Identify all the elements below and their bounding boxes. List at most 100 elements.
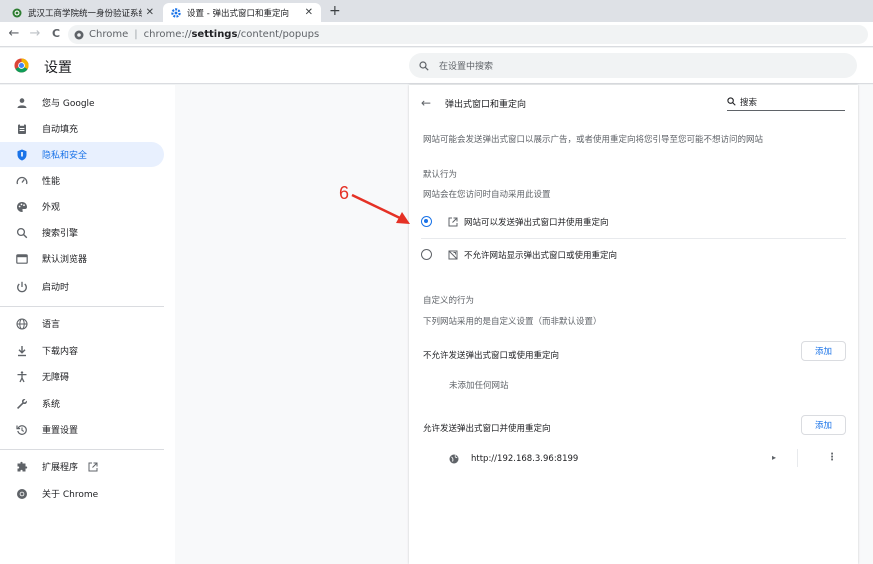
sidebar-item-label: 您与 Google (42, 99, 95, 109)
page-title: 设置 (44, 60, 72, 76)
subpage-title: 弹出式窗口和重定向 (445, 100, 527, 110)
browser-icon (16, 253, 28, 265)
forward-button[interactable]: → (27, 26, 43, 42)
sidebar-item-accessibility[interactable]: 无障碍 (0, 364, 164, 389)
radio-allow-popups[interactable] (421, 216, 432, 227)
omnibox-separator: | (134, 29, 138, 40)
tab-title: 设置 - 弹出式窗口和重定向 (187, 8, 289, 19)
section-title-default: 默认行为 (423, 170, 458, 180)
sidebar-item-reset[interactable]: 重置设置 (0, 417, 164, 442)
tab-settings[interactable]: 设置 - 弹出式窗口和重定向 ✕ (163, 3, 321, 22)
reload-button[interactable]: C (48, 26, 64, 42)
more-actions-button[interactable]: ⋮ (827, 452, 837, 463)
sidebar-item-default-browser[interactable]: 默认浏览器 (0, 246, 164, 271)
sidebar-divider (0, 306, 164, 307)
tab-strip: 武汉工商学院统一身份验证系统 ✕ 设置 - 弹出式窗口和重定向 ✕ + (0, 0, 873, 22)
page-description: 网站可能会发送弹出式窗口以展示广告，或者使用重定向将您引导至您可能不想访问的网站 (423, 135, 764, 145)
url-host: chrome:// (143, 29, 192, 40)
chrome-icon (16, 488, 28, 500)
power-icon (16, 281, 28, 293)
sidebar-item-label: 扩展程序 (42, 463, 79, 473)
sidebar-item-label: 性能 (42, 177, 61, 187)
search-placeholder: 在设置中搜索 (439, 62, 494, 72)
puzzle-icon (16, 461, 28, 473)
sidebar-item-downloads[interactable]: 下载内容 (0, 338, 164, 363)
sidebar-item-label: 系统 (42, 400, 61, 410)
sidebar-item-privacy[interactable]: 隐私和安全 (0, 142, 164, 167)
search-placeholder: 搜索 (740, 97, 758, 108)
download-icon (16, 345, 28, 357)
reset-icon (16, 424, 28, 436)
sidebar-item-label: 关于 Chrome (42, 490, 99, 500)
new-tab-button[interactable]: + (329, 3, 341, 19)
sidebar-item-label: 搜索引擎 (42, 229, 79, 239)
shield-icon (16, 149, 28, 161)
expand-site-button[interactable]: ▸ (772, 453, 776, 462)
settings-search-input[interactable]: 在设置中搜索 (409, 53, 857, 78)
sidebar-item-label: 外观 (42, 203, 61, 213)
add-allow-site-button[interactable]: 添加 (801, 415, 846, 435)
sidebar-item-label: 启动时 (42, 283, 70, 293)
add-block-site-button[interactable]: 添加 (801, 341, 846, 361)
search-icon (419, 60, 429, 71)
sidebar-item-you-and-google[interactable]: 您与 Google (0, 90, 164, 115)
sidebar-item-label: 语言 (42, 320, 61, 330)
sidebar-item-label: 下载内容 (42, 347, 79, 357)
gear-icon (171, 7, 181, 18)
popups-settings-card: ← 弹出式窗口和重定向 搜索 网站可能会发送弹出式窗口以展示广告，或者使用重定向… (409, 85, 858, 564)
search-icon (16, 227, 28, 239)
toolbar: ← → C Chrome | chrome:// settings /conte… (0, 22, 873, 47)
open-in-new-icon (448, 217, 458, 227)
option-label: 不允许网站显示弹出式窗口或使用重定向 (464, 250, 618, 261)
gauge-icon (16, 175, 28, 187)
sidebar-item-extensions[interactable]: 扩展程序 (0, 454, 164, 479)
url-path-main: settings (191, 29, 238, 40)
sidebar-item-performance[interactable]: 性能 (0, 168, 164, 193)
close-icon[interactable]: ✕ (305, 7, 313, 18)
search-icon (727, 97, 736, 106)
clipboard-icon (16, 123, 28, 135)
address-bar[interactable]: Chrome | chrome:// settings /content/pop… (68, 25, 868, 44)
person-icon (16, 97, 28, 109)
sidebar-item-search-engine[interactable]: 搜索引擎 (0, 220, 164, 245)
chrome-icon (74, 30, 84, 40)
globe-icon (16, 317, 28, 330)
subpage-search-input[interactable]: 搜索 (727, 93, 845, 111)
sidebar-item-on-startup[interactable]: 启动时 (0, 274, 164, 299)
row-vertical-divider (797, 449, 798, 467)
sidebar-item-label: 默认浏览器 (42, 255, 88, 265)
accessibility-icon (16, 370, 28, 383)
annotation-arrow-icon (351, 193, 410, 224)
open-in-new-icon (88, 462, 98, 472)
option-label: 网站可以发送弹出式窗口并使用重定向 (464, 217, 609, 228)
block-list-title: 不允许发送弹出式窗口或使用重定向 (423, 351, 560, 361)
allow-list-title: 允许发送弹出式窗口并使用重定向 (423, 424, 551, 434)
sidebar-item-autofill[interactable]: 自动填充 (0, 116, 164, 141)
row-divider (421, 238, 846, 239)
back-arrow-button[interactable]: ← (421, 96, 431, 110)
sidebar-item-languages[interactable]: 语言 (0, 311, 164, 336)
radio-block-popups[interactable] (421, 249, 432, 260)
tab-auth[interactable]: 武汉工商学院统一身份验证系统 ✕ (4, 3, 162, 22)
site-row[interactable]: http://192.168.3.96:8199 (409, 449, 858, 469)
sidebar-item-label: 重置设置 (42, 426, 79, 436)
site-globe-icon (449, 454, 459, 464)
back-button[interactable]: ← (6, 26, 22, 42)
url-path: /content/popups (237, 29, 320, 40)
palette-icon (16, 201, 28, 213)
sidebar-item-system[interactable]: 系统 (0, 391, 164, 416)
settings-header: 设置 在设置中搜索 (0, 48, 873, 84)
sidebar-item-label: 自动填充 (42, 125, 79, 135)
site-favicon (12, 8, 22, 18)
omnibox-chip: Chrome (89, 29, 129, 40)
section-subtitle-custom: 下列网站采用的是自定义设置（而非默认设置） (423, 317, 602, 327)
option-block-popups[interactable]: 不允许网站显示弹出式窗口或使用重定向 (409, 242, 858, 267)
close-icon[interactable]: ✕ (146, 7, 154, 18)
sidebar-item-label: 隐私和安全 (42, 151, 88, 161)
section-title-custom: 自定义的行为 (423, 296, 475, 306)
option-allow-popups[interactable]: 网站可以发送弹出式窗口并使用重定向 (409, 209, 858, 234)
sidebar-item-about[interactable]: 关于 Chrome (0, 481, 164, 506)
sidebar-item-label: 无障碍 (42, 373, 70, 383)
sidebar: 您与 Google 自动填充 隐私和安全 性能 外观 搜索引擎 默认浏览器 启动… (0, 85, 175, 564)
sidebar-item-appearance[interactable]: 外观 (0, 194, 164, 219)
